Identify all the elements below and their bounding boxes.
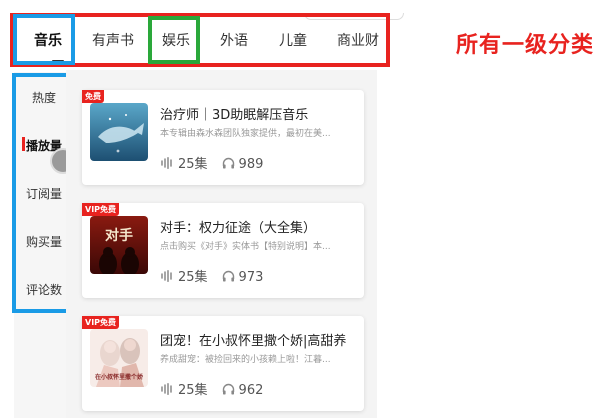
album-description: 点击购买《对手》实体书【特别说明】本... (160, 242, 331, 252)
cover-title-text: 在小叔怀里撒个娇 (95, 373, 144, 381)
album-title[interactable]: 治疗师｜3D助眠解压音乐 (160, 104, 308, 123)
play-count: 962 (238, 383, 264, 398)
active-tab-highlight-box (13, 14, 75, 65)
annotation-label: 所有一级分类 (456, 33, 595, 58)
play-count: 973 (238, 270, 264, 285)
album-stats: 25集 989 (160, 153, 263, 173)
free-badge: 免费 (82, 90, 104, 103)
album-cover-image[interactable]: 对手 (90, 216, 148, 274)
episode-count: 25集 (178, 383, 208, 398)
album-card[interactable]: 免费 治疗师｜3D助眠解压音乐 本专辑由森水森团队独家提供，最初在美... 25… (82, 90, 364, 185)
audio-wave-icon (160, 269, 174, 286)
play-count: 989 (238, 157, 264, 172)
album-stats: 25集 962 (160, 379, 263, 399)
headphones-icon (222, 157, 235, 173)
album-cover-image[interactable]: 在小叔怀里撒个娇 (90, 329, 148, 387)
album-description: 本专辑由森水森团队独家提供，最初在美... (160, 129, 331, 139)
album-title[interactable]: 对手：权力征途（大全集） (160, 217, 316, 236)
headphones-icon (222, 383, 235, 399)
headphones-icon (222, 270, 235, 286)
album-card[interactable]: 在小叔怀里撒个娇 VIP免费 团宠！在小叔怀里撒个娇|高甜养 养成甜宠：被捡回来… (82, 316, 364, 411)
episode-count: 25集 (178, 157, 208, 172)
album-cover-image[interactable] (90, 103, 148, 161)
album-card[interactable]: 对手 VIP免费 对手：权力征途（大全集） 点击购买《对手》实体书【特别说明】本… (82, 203, 364, 298)
album-stats: 25集 973 (160, 266, 263, 286)
vip-free-badge: VIP免费 (82, 316, 120, 329)
album-description: 养成甜宠：被捡回来的小孩赖上啦！江暮... (160, 355, 331, 365)
audio-wave-icon (160, 156, 174, 173)
album-list: 免费 治疗师｜3D助眠解压音乐 本专辑由森水森团队独家提供，最初在美... 25… (66, 70, 377, 418)
tab-highlight-box (148, 16, 200, 64)
vip-free-badge: VIP免费 (82, 203, 120, 216)
cover-title-text: 对手 (105, 227, 133, 244)
audio-wave-icon (160, 382, 174, 399)
album-title[interactable]: 团宠！在小叔怀里撒个娇|高甜养 (160, 330, 346, 349)
episode-count: 25集 (178, 270, 208, 285)
